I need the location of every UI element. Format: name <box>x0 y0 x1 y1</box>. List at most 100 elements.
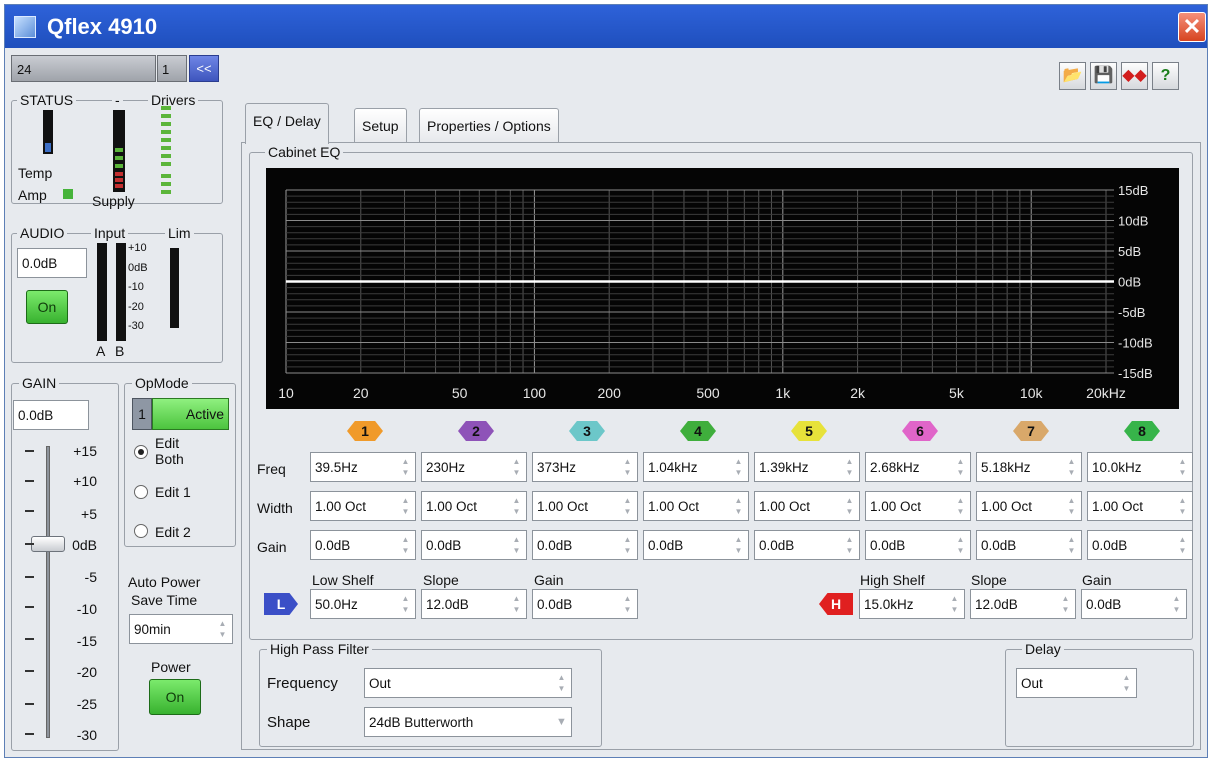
band-8-gain-field[interactable]: 0.0dB ▲ ▼ <box>1087 530 1193 560</box>
band-2-gain-field[interactable]: 0.0dB ▲ ▼ <box>421 530 527 560</box>
folder-open-icon[interactable]: 📂 <box>1059 62 1086 90</box>
close-button[interactable]: ✕ <box>1178 12 1206 42</box>
tab-setup[interactable]: Setup <box>354 108 407 143</box>
audio-on-button[interactable]: On <box>26 290 68 324</box>
spinner-icon[interactable]: ▲ ▼ <box>1176 495 1189 517</box>
spinner-icon[interactable]: ▲ ▼ <box>1176 456 1189 478</box>
spinner-icon[interactable]: ▲ ▼ <box>732 534 745 556</box>
edit-1-label: Edit 1 <box>155 484 191 500</box>
edit-both-radio[interactable] <box>134 445 148 459</box>
spinner-icon[interactable]: ▲ ▼ <box>843 456 856 478</box>
band-2-width-field[interactable]: 1.00 Oct ▲ ▼ <box>421 491 527 521</box>
band-3-width-field[interactable]: 1.00 Oct ▲ ▼ <box>532 491 638 521</box>
edit-1-radio[interactable] <box>134 485 148 499</box>
spinner-icon[interactable]: ▲ ▼ <box>954 534 967 556</box>
audio-level-field[interactable]: 0.0dB <box>17 248 87 278</box>
band-6-gain-value: 0.0dB <box>870 538 906 553</box>
auto-power-time-field[interactable]: 90min ▲ ▼ <box>129 614 233 644</box>
band-4-width-field[interactable]: 1.00 Oct ▲ ▼ <box>643 491 749 521</box>
band-7-gain-field[interactable]: 0.0dB ▲ ▼ <box>976 530 1082 560</box>
spinner-icon[interactable]: ▲ ▼ <box>732 456 745 478</box>
spinner-icon[interactable]: ▲ ▼ <box>399 495 412 517</box>
spinner-icon[interactable]: ▲ ▼ <box>1120 672 1133 694</box>
band-5-gain-field[interactable]: 0.0dB ▲ ▼ <box>754 530 860 560</box>
collapse-button[interactable]: << <box>189 55 219 82</box>
power-on-button[interactable]: On <box>149 679 201 715</box>
spinner-icon[interactable]: ▲ ▼ <box>1065 495 1078 517</box>
spinner-icon[interactable]: ▲ ▼ <box>399 593 412 615</box>
spinner-icon[interactable]: ▲ ▼ <box>621 495 634 517</box>
high-shelf-slope-label: Slope <box>971 572 1007 588</box>
band-6-width-field[interactable]: 1.00 Oct ▲ ▼ <box>865 491 971 521</box>
spinner-icon[interactable]: ▲ ▼ <box>510 495 523 517</box>
spinner-icon[interactable]: ▲ ▼ <box>1170 593 1183 615</box>
spinner-icon[interactable]: ▲ ▼ <box>1176 534 1189 556</box>
device-number-field[interactable]: 1 <box>157 55 187 82</box>
band-8-freq-field[interactable]: 10.0kHz ▲ ▼ <box>1087 452 1193 482</box>
band-5-freq-field[interactable]: 1.39kHz ▲ ▼ <box>754 452 860 482</box>
band-6-freq-field[interactable]: 2.68kHz ▲ ▼ <box>865 452 971 482</box>
gain-slider-track[interactable] <box>46 446 50 738</box>
band-4-gain-field[interactable]: 0.0dB ▲ ▼ <box>643 530 749 560</box>
band-7-width-field[interactable]: 1.00 Oct ▲ ▼ <box>976 491 1082 521</box>
tab-properties-options[interactable]: Properties / Options <box>419 108 559 143</box>
band-1-freq-field[interactable]: 39.5Hz ▲ ▼ <box>310 452 416 482</box>
dropdown-arrow-icon[interactable]: ▼ <box>555 711 568 733</box>
gain-slider-handle[interactable] <box>31 536 65 552</box>
spinner-icon[interactable]: ▲ ▼ <box>621 534 634 556</box>
low-shelf-slope-field[interactable]: 12.0dB ▲ ▼ <box>421 589 527 619</box>
band-7-freq-field[interactable]: 5.18kHz ▲ ▼ <box>976 452 1082 482</box>
high-shelf-gain-label: Gain <box>1082 572 1112 588</box>
spinner-icon[interactable]: ▲ ▼ <box>843 534 856 556</box>
band-2-freq-field[interactable]: 230Hz ▲ ▼ <box>421 452 527 482</box>
spinner-icon[interactable]: ▲ ▼ <box>399 534 412 556</box>
spinner-icon[interactable]: ▲ ▼ <box>621 593 634 615</box>
band-1-gain-field[interactable]: 0.0dB ▲ ▼ <box>310 530 416 560</box>
band-1-width-field[interactable]: 1.00 Oct ▲ ▼ <box>310 491 416 521</box>
spinner-icon[interactable]: ▲ ▼ <box>948 593 961 615</box>
eq-y-tick-label: 5dB <box>1118 244 1141 259</box>
device-name-field[interactable]: 24 <box>11 55 156 82</box>
spinner-icon[interactable]: ▲ ▼ <box>1065 534 1078 556</box>
delay-group-label: Delay <box>1022 642 1064 656</box>
band-3-gain-field[interactable]: 0.0dB ▲ ▼ <box>532 530 638 560</box>
band-5-width-field[interactable]: 1.00 Oct ▲ ▼ <box>754 491 860 521</box>
gain-value-field[interactable]: 0.0dB <box>13 400 89 430</box>
spinner-icon[interactable]: ▲ ▼ <box>510 456 523 478</box>
spinner-icon[interactable]: ▲ ▼ <box>1059 593 1072 615</box>
low-shelf-freq-field[interactable]: 50.0Hz ▲ ▼ <box>310 589 416 619</box>
spinner-icon[interactable]: ▲ ▼ <box>555 672 568 694</box>
hpf-frequency-field[interactable]: Out ▲ ▼ <box>364 668 572 698</box>
gain-scale-label: -25 <box>76 696 97 712</box>
spinner-icon[interactable]: ▲ ▼ <box>732 495 745 517</box>
band-6-gain-field[interactable]: 0.0dB ▲ ▼ <box>865 530 971 560</box>
tab-eq-delay[interactable]: EQ / Delay <box>245 103 329 144</box>
spinner-icon[interactable]: ▲ ▼ <box>399 456 412 478</box>
spinner-icon[interactable]: ▲ ▼ <box>216 618 229 640</box>
high-shelf-slope-value: 12.0dB <box>975 597 1018 612</box>
spinner-icon[interactable]: ▲ ▼ <box>510 534 523 556</box>
band-3-gain-value: 0.0dB <box>537 538 573 553</box>
band-8-width-field[interactable]: 1.00 Oct ▲ ▼ <box>1087 491 1193 521</box>
high-shelf-slope-field[interactable]: 12.0dB ▲ ▼ <box>970 589 1076 619</box>
link-icon[interactable]: ◆◆ <box>1121 62 1148 90</box>
spinner-icon[interactable]: ▲ ▼ <box>954 495 967 517</box>
edit-2-radio[interactable] <box>134 524 148 538</box>
band-3-freq-field[interactable]: 373Hz ▲ ▼ <box>532 452 638 482</box>
high-shelf-freq-field[interactable]: 15.0kHz ▲ ▼ <box>859 589 965 619</box>
help-icon[interactable]: ? <box>1152 62 1179 90</box>
delay-field[interactable]: Out ▲ ▼ <box>1016 668 1137 698</box>
spinner-icon[interactable]: ▲ ▼ <box>954 456 967 478</box>
spinner-icon[interactable]: ▲ ▼ <box>621 456 634 478</box>
save-icon[interactable]: 💾 <box>1090 62 1117 90</box>
eq-graph[interactable]: 15dB 10dB 5dB 0dB -5dB -10dB -15dB 10 20 50 100 200… <box>266 168 1179 409</box>
spinner-icon[interactable]: ▲ ▼ <box>843 495 856 517</box>
power-label: Power <box>151 659 191 675</box>
high-shelf-gain-field[interactable]: 0.0dB ▲ ▼ <box>1081 589 1187 619</box>
spinner-icon[interactable]: ▲ ▼ <box>1065 456 1078 478</box>
low-shelf-gain-field[interactable]: 0.0dB ▲ ▼ <box>532 589 638 619</box>
band-8-width-value: 1.00 Oct <box>1092 499 1144 514</box>
spinner-icon[interactable]: ▲ ▼ <box>510 593 523 615</box>
band-4-freq-field[interactable]: 1.04kHz ▲ ▼ <box>643 452 749 482</box>
hpf-shape-select[interactable]: 24dB Butterworth ▼ <box>364 707 572 737</box>
